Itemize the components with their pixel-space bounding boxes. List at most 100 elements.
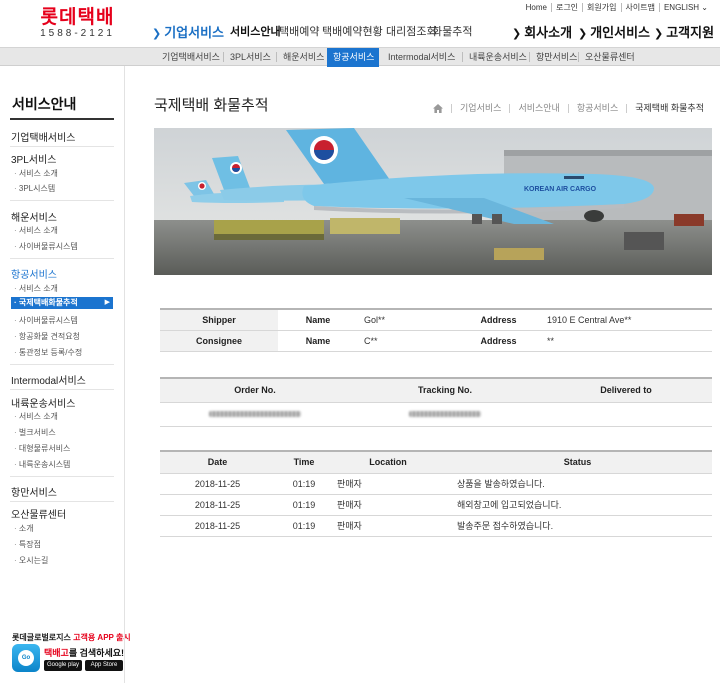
table-row: 2018-11-25 01:19 판매자 해외창고에 입고되었습니다.	[160, 494, 712, 516]
util-home-link[interactable]: Home	[522, 3, 551, 12]
table-row	[160, 402, 712, 427]
party-table: Shipper Name Gol** Address 1910 E Centra…	[160, 308, 712, 352]
divider	[10, 364, 114, 365]
sidebar-item-inland-system[interactable]: 내륙운송시스템	[14, 459, 71, 470]
table-row: 2018-11-25 01:19 판매자 발송주문 접수하였습니다.	[160, 515, 712, 537]
util-language-select[interactable]: ENGLISH ⌄	[658, 3, 712, 12]
event-location: 판매자	[333, 473, 443, 495]
subnav-port[interactable]: 항만서비스	[530, 48, 583, 67]
sidebar-cat-sea[interactable]: 해운서비스	[11, 209, 57, 224]
redacted-order-no	[209, 411, 301, 417]
event-time: 01:19	[275, 494, 333, 516]
subnav-sea[interactable]: 해운서비스	[277, 48, 330, 67]
sidebar-cat-intermodal[interactable]: Intermodal서비스	[11, 372, 86, 387]
tracking-no-cell	[350, 402, 540, 427]
sidebar-item-air-customs[interactable]: 통관정보 등록/수정	[14, 347, 82, 358]
event-location: 판매자	[333, 515, 443, 537]
divider	[10, 476, 114, 477]
divider	[10, 389, 114, 390]
promo-search-text: 택배고를 검색하세요!	[44, 648, 125, 658]
cargo-plane-illustration: KOREAN AIR CARGO	[154, 128, 712, 275]
event-status: 해외창고에 입고되었습니다.	[443, 494, 712, 516]
nav-support[interactable]: ❯ 고객지원	[654, 22, 714, 41]
plane-livery-text: KOREAN AIR CARGO	[524, 186, 597, 193]
google-play-badge[interactable]: Google play	[44, 660, 82, 671]
sidebar-cat-port[interactable]: 항만서비스	[11, 484, 57, 499]
tracking-events-table: Date Time Location Status 2018-11-25 01:…	[160, 450, 712, 537]
nav-booking-status[interactable]: 택배예약현황	[322, 23, 383, 39]
sidebar-item-air-intro[interactable]: 서비스 소개	[14, 283, 58, 294]
sub-nav-bar: 기업택배서비스 3PL서비스 해운서비스 항공서비스 Intermodal서비스…	[0, 47, 720, 67]
promo-headline: 롯데글로벌로지스 고객용 APP 출시	[12, 633, 131, 642]
sidebar-cat-3pl[interactable]: 3PL서비스	[11, 151, 56, 166]
app-icon: Go	[12, 644, 40, 672]
nav-branch-search[interactable]: 대리점조회	[386, 23, 437, 39]
consignee-name-label: Name	[278, 330, 358, 352]
home-icon[interactable]	[433, 104, 444, 113]
shipper-name-value: Gol**	[358, 309, 456, 331]
event-date: 2018-11-25	[160, 473, 275, 495]
delivered-to-cell	[540, 402, 712, 427]
util-signup-link[interactable]: 회원가입	[582, 3, 620, 12]
nav-cargo-tracking[interactable]: 화물추적	[432, 23, 472, 39]
subnav-corporate-parcel[interactable]: 기업택배서비스	[156, 48, 226, 67]
chevron-right-icon: ▶	[104, 299, 110, 306]
sidebar: 서비스안내 기업택배서비스 3PL서비스 서비스 소개 3PL시스템 해운서비스…	[0, 66, 131, 683]
nav-booking[interactable]: 택배예약	[279, 23, 319, 39]
sidebar-item-inland-bulk[interactable]: 벌크서비스	[14, 427, 56, 438]
sidebar-item-air-quote[interactable]: 항공화물 견적요청	[14, 331, 80, 342]
breadcrumb-service-info[interactable]: 서비스안내	[509, 104, 567, 113]
sidebar-cat-osan[interactable]: 오산물류센터	[11, 506, 66, 521]
event-time: 01:19	[275, 515, 333, 537]
sidebar-item-air-cyber[interactable]: 사이버물류시스템	[14, 315, 78, 326]
breadcrumb-air[interactable]: 항공서비스	[567, 104, 626, 113]
chevron-right-icon: ❯	[654, 28, 664, 40]
table-row: 2018-11-25 01:19 판매자 상품을 발송하였습니다.	[160, 473, 712, 495]
status-header: Status	[443, 451, 712, 474]
util-login-link[interactable]: 로그인	[550, 3, 582, 12]
sidebar-cat-air[interactable]: 항공서비스	[11, 266, 57, 281]
consignee-label: Consignee	[160, 330, 278, 352]
shipper-name-label: Name	[278, 309, 358, 331]
time-header: Time	[275, 451, 333, 474]
sidebar-item-3pl-intro[interactable]: 서비스 소개	[14, 168, 58, 179]
nav-personal[interactable]: ❯ 개인서비스	[578, 22, 650, 41]
sidebar-item-air-tracking[interactable]: 국제택배화물추적▶	[11, 297, 113, 309]
sidebar-item-osan-directions[interactable]: 오시는길	[14, 555, 48, 566]
shipper-label: Shipper	[160, 309, 278, 331]
site-header: 롯데택배 1588-2121 Home 로그인 회원가입 사이트맵 ENGLIS…	[0, 0, 720, 47]
sidebar-item-sea-system[interactable]: 사이버물류시스템	[14, 241, 78, 252]
sidebar-item-osan-features[interactable]: 특장점	[14, 539, 41, 550]
breadcrumb-current: 국제택배 화물추적	[626, 104, 712, 113]
sidebar-item-inland-bigcargo[interactable]: 대형물류서비스	[14, 443, 71, 454]
divider	[10, 146, 114, 147]
util-sitemap-link[interactable]: 사이트맵	[620, 3, 659, 12]
app-promo-banner[interactable]: 롯데글로벌로지스 고객용 APP 출시 Go 택배고를 검색하세요! Googl…	[12, 632, 131, 672]
nav-corporate-services[interactable]: ❯ 기업서비스	[152, 22, 224, 41]
subnav-air[interactable]: 항공서비스	[327, 48, 379, 67]
divider	[10, 501, 114, 502]
nav-service-info[interactable]: 서비스안내	[230, 23, 281, 39]
sidebar-item-inland-intro[interactable]: 서비스 소개	[14, 411, 58, 422]
nav-company[interactable]: ❯ 회사소개	[512, 22, 572, 41]
app-store-badge[interactable]: App Store	[85, 660, 123, 671]
sidebar-item-osan-intro[interactable]: 소개	[14, 523, 34, 534]
sidebar-item-sea-intro[interactable]: 서비스 소개	[14, 225, 58, 236]
shipper-address-label: Address	[456, 309, 541, 331]
breadcrumb: 기업서비스 서비스안내 항공서비스 국제택배 화물추적	[433, 104, 712, 113]
event-location: 판매자	[333, 494, 443, 516]
event-time: 01:19	[275, 473, 333, 495]
subnav-inland[interactable]: 내륙운송서비스	[463, 48, 533, 67]
sidebar-item-3pl-system[interactable]: 3PL시스템	[14, 183, 55, 194]
banner-image: KOREAN AIR CARGO	[154, 128, 712, 275]
breadcrumb-corporate[interactable]: 기업서비스	[451, 104, 509, 113]
order-no-header: Order No.	[160, 378, 350, 403]
sidebar-cat-inland[interactable]: 내륙운송서비스	[11, 395, 75, 410]
chevron-right-icon: ❯	[512, 28, 522, 40]
sidebar-cat-corp-parcel[interactable]: 기업택배서비스	[11, 129, 75, 144]
subnav-intermodal[interactable]: Intermodal서비스	[382, 48, 461, 67]
date-header: Date	[160, 451, 275, 474]
sidebar-title: 서비스안내	[12, 96, 77, 112]
subnav-osan[interactable]: 오산물류센터	[579, 48, 641, 67]
subnav-3pl[interactable]: 3PL서비스	[224, 48, 277, 67]
